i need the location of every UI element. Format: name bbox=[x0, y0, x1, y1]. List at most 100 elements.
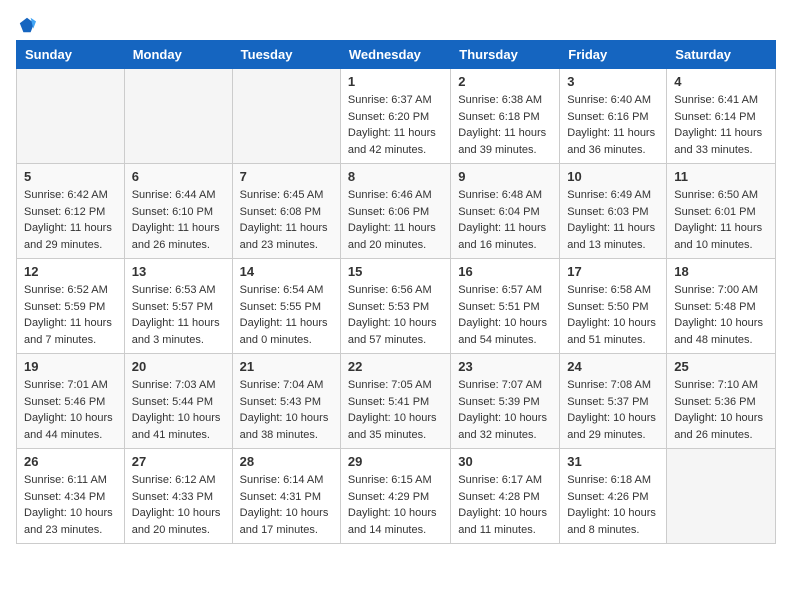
calendar-day-cell: 20Sunrise: 7:03 AM Sunset: 5:44 PM Dayli… bbox=[124, 354, 232, 449]
day-header-tuesday: Tuesday bbox=[232, 41, 340, 69]
day-info: Sunrise: 6:58 AM Sunset: 5:50 PM Dayligh… bbox=[567, 282, 659, 348]
calendar-day-cell: 22Sunrise: 7:05 AM Sunset: 5:41 PM Dayli… bbox=[340, 354, 450, 449]
day-info: Sunrise: 6:44 AM Sunset: 6:10 PM Dayligh… bbox=[132, 187, 225, 253]
empty-calendar-cell bbox=[232, 69, 340, 164]
day-info: Sunrise: 6:48 AM Sunset: 6:04 PM Dayligh… bbox=[458, 187, 552, 253]
day-number: 11 bbox=[674, 169, 768, 184]
day-number: 10 bbox=[567, 169, 659, 184]
day-info: Sunrise: 6:12 AM Sunset: 4:33 PM Dayligh… bbox=[132, 472, 225, 538]
day-info: Sunrise: 6:53 AM Sunset: 5:57 PM Dayligh… bbox=[132, 282, 225, 348]
day-number: 8 bbox=[348, 169, 443, 184]
day-number: 6 bbox=[132, 169, 225, 184]
day-number: 26 bbox=[24, 454, 117, 469]
calendar-day-cell: 7 Sunrise: 6:45 AM Sunset: 6:08 PM Daylig… bbox=[232, 164, 340, 259]
day-info: Sunrise: 7:10 AM Sunset: 5:36 PM Dayligh… bbox=[674, 377, 768, 443]
calendar-day-cell: 2 Sunrise: 6:38 AM Sunset: 6:18 PM Daylig… bbox=[451, 69, 560, 164]
day-info: Sunrise: 6:54 AM Sunset: 5:55 PM Dayligh… bbox=[240, 282, 333, 348]
day-info: Sunrise: 6:42 AM Sunset: 6:12 PM Dayligh… bbox=[24, 187, 117, 253]
day-number: 15 bbox=[348, 264, 443, 279]
day-number: 14 bbox=[240, 264, 333, 279]
calendar-day-cell: 14 Sunrise: 6:54 AM Sunset: 5:55 PM Dayli… bbox=[232, 259, 340, 354]
calendar-day-cell: 15Sunrise: 6:56 AM Sunset: 5:53 PM Dayli… bbox=[340, 259, 450, 354]
day-info: Sunrise: 6:38 AM Sunset: 6:18 PM Dayligh… bbox=[458, 92, 552, 158]
day-number: 30 bbox=[458, 454, 552, 469]
day-number: 9 bbox=[458, 169, 552, 184]
day-info: Sunrise: 6:49 AM Sunset: 6:03 PM Dayligh… bbox=[567, 187, 659, 253]
day-header-sunday: Sunday bbox=[17, 41, 125, 69]
day-info: Sunrise: 7:03 AM Sunset: 5:44 PM Dayligh… bbox=[132, 377, 225, 443]
day-number: 19 bbox=[24, 359, 117, 374]
day-info: Sunrise: 6:14 AM Sunset: 4:31 PM Dayligh… bbox=[240, 472, 333, 538]
day-number: 12 bbox=[24, 264, 117, 279]
day-info: Sunrise: 6:11 AM Sunset: 4:34 PM Dayligh… bbox=[24, 472, 117, 538]
day-info: Sunrise: 7:05 AM Sunset: 5:41 PM Dayligh… bbox=[348, 377, 443, 443]
calendar-day-cell: 10 Sunrise: 6:49 AM Sunset: 6:03 PM Dayli… bbox=[560, 164, 667, 259]
calendar-day-cell: 29 Sunrise: 6:15 AM Sunset: 4:29 PM Dayli… bbox=[340, 449, 450, 544]
calendar-day-cell: 17Sunrise: 6:58 AM Sunset: 5:50 PM Dayli… bbox=[560, 259, 667, 354]
day-number: 29 bbox=[348, 454, 443, 469]
day-info: Sunrise: 7:08 AM Sunset: 5:37 PM Dayligh… bbox=[567, 377, 659, 443]
day-info: Sunrise: 6:15 AM Sunset: 4:29 PM Dayligh… bbox=[348, 472, 443, 538]
day-number: 16 bbox=[458, 264, 552, 279]
day-info: Sunrise: 7:01 AM Sunset: 5:46 PM Dayligh… bbox=[24, 377, 117, 443]
calendar-day-cell: 24Sunrise: 7:08 AM Sunset: 5:37 PM Dayli… bbox=[560, 354, 667, 449]
day-info: Sunrise: 6:57 AM Sunset: 5:51 PM Dayligh… bbox=[458, 282, 552, 348]
calendar-day-cell: 16 Sunrise: 6:57 AM Sunset: 5:51 PM Dayli… bbox=[451, 259, 560, 354]
day-info: Sunrise: 6:52 AM Sunset: 5:59 PM Dayligh… bbox=[24, 282, 117, 348]
calendar-day-cell: 26 Sunrise: 6:11 AM Sunset: 4:34 PM Dayli… bbox=[17, 449, 125, 544]
day-number: 13 bbox=[132, 264, 225, 279]
calendar-week-row: 12 Sunrise: 6:52 AM Sunset: 5:59 PM Dayli… bbox=[17, 259, 776, 354]
day-info: Sunrise: 6:40 AM Sunset: 6:16 PM Dayligh… bbox=[567, 92, 659, 158]
day-number: 21 bbox=[240, 359, 333, 374]
day-info: Sunrise: 7:07 AM Sunset: 5:39 PM Dayligh… bbox=[458, 377, 552, 443]
day-number: 7 bbox=[240, 169, 333, 184]
day-number: 2 bbox=[458, 74, 552, 89]
calendar-day-cell: 19 Sunrise: 7:01 AM Sunset: 5:46 PM Dayli… bbox=[17, 354, 125, 449]
calendar-day-cell: 3Sunrise: 6:40 AM Sunset: 6:16 PM Daylig… bbox=[560, 69, 667, 164]
day-info: Sunrise: 6:41 AM Sunset: 6:14 PM Dayligh… bbox=[674, 92, 768, 158]
logo bbox=[16, 16, 36, 28]
day-info: Sunrise: 6:45 AM Sunset: 6:08 PM Dayligh… bbox=[240, 187, 333, 253]
empty-calendar-cell bbox=[667, 449, 776, 544]
empty-calendar-cell bbox=[17, 69, 125, 164]
day-info: Sunrise: 6:37 AM Sunset: 6:20 PM Dayligh… bbox=[348, 92, 443, 158]
day-info: Sunrise: 6:50 AM Sunset: 6:01 PM Dayligh… bbox=[674, 187, 768, 253]
calendar-week-row: 19 Sunrise: 7:01 AM Sunset: 5:46 PM Dayli… bbox=[17, 354, 776, 449]
calendar-day-cell: 6 Sunrise: 6:44 AM Sunset: 6:10 PM Daylig… bbox=[124, 164, 232, 259]
day-info: Sunrise: 7:00 AM Sunset: 5:48 PM Dayligh… bbox=[674, 282, 768, 348]
empty-calendar-cell bbox=[124, 69, 232, 164]
calendar-week-row: 26 Sunrise: 6:11 AM Sunset: 4:34 PM Dayli… bbox=[17, 449, 776, 544]
calendar-table: SundayMondayTuesdayWednesdayThursdayFrid… bbox=[16, 40, 776, 544]
day-info: Sunrise: 6:18 AM Sunset: 4:26 PM Dayligh… bbox=[567, 472, 659, 538]
calendar-day-cell: 28 Sunrise: 6:14 AM Sunset: 4:31 PM Dayli… bbox=[232, 449, 340, 544]
day-number: 28 bbox=[240, 454, 333, 469]
calendar-day-cell: 30 Sunrise: 6:17 AM Sunset: 4:28 PM Dayli… bbox=[451, 449, 560, 544]
calendar-day-cell: 13 Sunrise: 6:53 AM Sunset: 5:57 PM Dayli… bbox=[124, 259, 232, 354]
calendar-day-cell: 8 Sunrise: 6:46 AM Sunset: 6:06 PM Daylig… bbox=[340, 164, 450, 259]
calendar-day-cell: 4 Sunrise: 6:41 AM Sunset: 6:14 PM Daylig… bbox=[667, 69, 776, 164]
calendar-day-cell: 25 Sunrise: 7:10 AM Sunset: 5:36 PM Dayli… bbox=[667, 354, 776, 449]
day-number: 5 bbox=[24, 169, 117, 184]
day-number: 18 bbox=[674, 264, 768, 279]
day-number: 23 bbox=[458, 359, 552, 374]
calendar-header-row: SundayMondayTuesdayWednesdayThursdayFrid… bbox=[17, 41, 776, 69]
calendar-day-cell: 5 Sunrise: 6:42 AM Sunset: 6:12 PM Daylig… bbox=[17, 164, 125, 259]
page-header bbox=[16, 16, 776, 28]
calendar-week-row: 1Sunrise: 6:37 AM Sunset: 6:20 PM Daylig… bbox=[17, 69, 776, 164]
day-header-friday: Friday bbox=[560, 41, 667, 69]
day-number: 31 bbox=[567, 454, 659, 469]
day-header-wednesday: Wednesday bbox=[340, 41, 450, 69]
day-info: Sunrise: 6:17 AM Sunset: 4:28 PM Dayligh… bbox=[458, 472, 552, 538]
calendar-day-cell: 11 Sunrise: 6:50 AM Sunset: 6:01 PM Dayli… bbox=[667, 164, 776, 259]
day-number: 4 bbox=[674, 74, 768, 89]
day-number: 27 bbox=[132, 454, 225, 469]
day-info: Sunrise: 7:04 AM Sunset: 5:43 PM Dayligh… bbox=[240, 377, 333, 443]
calendar-day-cell: 1Sunrise: 6:37 AM Sunset: 6:20 PM Daylig… bbox=[340, 69, 450, 164]
calendar-day-cell: 9 Sunrise: 6:48 AM Sunset: 6:04 PM Daylig… bbox=[451, 164, 560, 259]
logo-icon bbox=[18, 16, 36, 34]
calendar-day-cell: 23 Sunrise: 7:07 AM Sunset: 5:39 PM Dayli… bbox=[451, 354, 560, 449]
day-info: Sunrise: 6:46 AM Sunset: 6:06 PM Dayligh… bbox=[348, 187, 443, 253]
calendar-day-cell: 27 Sunrise: 6:12 AM Sunset: 4:33 PM Dayli… bbox=[124, 449, 232, 544]
day-number: 25 bbox=[674, 359, 768, 374]
calendar-week-row: 5 Sunrise: 6:42 AM Sunset: 6:12 PM Daylig… bbox=[17, 164, 776, 259]
